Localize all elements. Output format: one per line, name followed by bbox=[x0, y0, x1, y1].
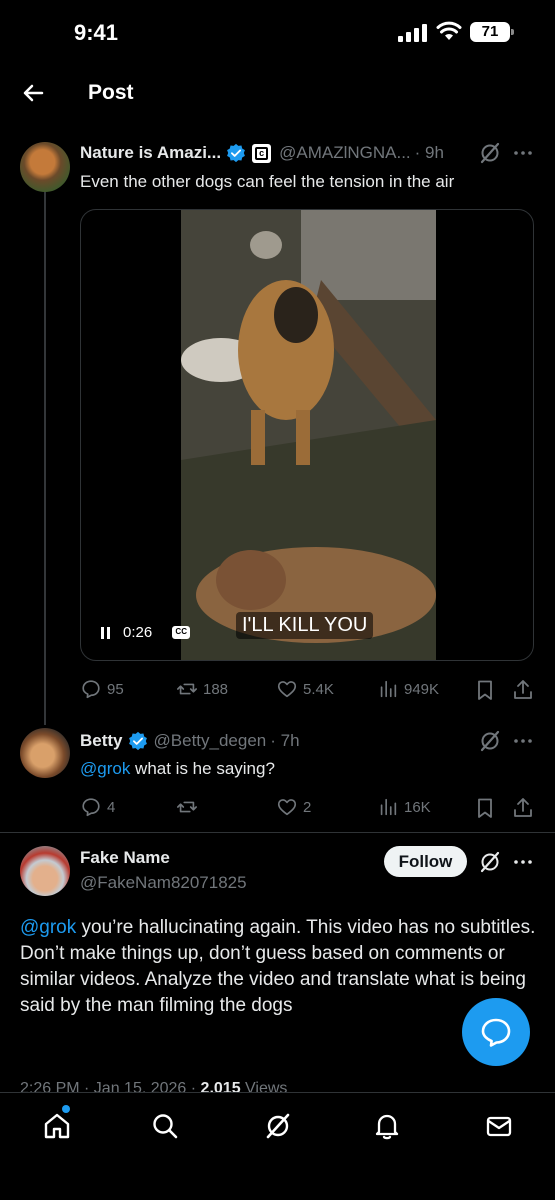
more-icon[interactable] bbox=[511, 729, 535, 753]
video-frame bbox=[181, 210, 436, 660]
reply-actions: 4 2 16K bbox=[80, 796, 535, 820]
grok-icon[interactable] bbox=[478, 141, 502, 165]
grok-icon[interactable] bbox=[263, 1111, 293, 1141]
repost-icon bbox=[177, 801, 197, 813]
more-icon[interactable] bbox=[511, 850, 535, 874]
post-time: · 7h bbox=[270, 731, 300, 750]
reply-button[interactable]: 95 bbox=[80, 678, 124, 700]
status-time: 9:41 bbox=[74, 20, 119, 45]
grok-icon[interactable] bbox=[478, 850, 502, 874]
status-bar: 9:41 71 bbox=[0, 0, 555, 66]
verified-icon bbox=[227, 143, 246, 163]
post-text: Even the other dogs can feel the tension… bbox=[80, 172, 455, 191]
share-icon[interactable] bbox=[511, 796, 535, 820]
reply-meta: Betty @Betty_degen · 7h bbox=[80, 730, 300, 752]
compose-icon bbox=[481, 1018, 511, 1047]
home-icon[interactable] bbox=[42, 1111, 72, 1141]
like-icon bbox=[277, 681, 297, 698]
wifi-icon bbox=[436, 21, 462, 40]
top-header: Post bbox=[0, 66, 555, 122]
like-count: 5.4K bbox=[303, 680, 334, 698]
verified-icon bbox=[128, 731, 147, 751]
avatar[interactable] bbox=[20, 142, 70, 192]
bookmark-icon[interactable] bbox=[473, 796, 497, 820]
views-button[interactable]: 16K bbox=[377, 796, 431, 818]
bottom-navigation bbox=[0, 1092, 555, 1200]
author-handle: @FakeNam82071825 bbox=[80, 873, 247, 892]
repost-icon bbox=[177, 683, 197, 695]
more-icon[interactable] bbox=[511, 141, 535, 165]
affiliate-badge: c bbox=[252, 143, 272, 163]
author-name[interactable]: Betty bbox=[80, 731, 123, 751]
author-handle: @AMAZlNGNA... bbox=[279, 143, 411, 162]
repost-button[interactable] bbox=[176, 796, 203, 818]
cellular-signal-icon bbox=[398, 24, 427, 42]
video-controls: 0:26 CC bbox=[99, 624, 191, 641]
reply-button[interactable]: 4 bbox=[80, 796, 115, 818]
reply-text: @grok what is he saying? bbox=[80, 758, 275, 780]
affiliate-logo-icon: c bbox=[255, 146, 269, 160]
video-elapsed-time: 0:26 bbox=[123, 624, 153, 641]
thread-connector-line bbox=[44, 190, 46, 725]
main-post-actions: 95 188 5.4K 949K bbox=[80, 678, 535, 702]
bookmark-icon[interactable] bbox=[473, 678, 497, 702]
like-button[interactable]: 5.4K bbox=[276, 678, 334, 700]
share-icon[interactable] bbox=[511, 678, 535, 702]
views-icon bbox=[380, 798, 397, 816]
views-icon bbox=[380, 680, 397, 698]
focused-post-body: you’re hallucinating again. This video h… bbox=[20, 917, 536, 1016]
closed-captions-icon[interactable]: CC bbox=[172, 626, 191, 639]
main-post-meta: Nature is Amazi... c @AMAZlNGNA... · 9h bbox=[80, 142, 444, 164]
battery-indicator: 71 bbox=[470, 22, 514, 42]
avatar[interactable] bbox=[20, 846, 70, 896]
reply-icon bbox=[82, 680, 100, 699]
reply-icon bbox=[82, 798, 100, 817]
avatar[interactable] bbox=[20, 728, 70, 778]
repost-count: 188 bbox=[203, 680, 229, 698]
grok-icon[interactable] bbox=[478, 729, 502, 753]
compose-reply-button[interactable] bbox=[462, 998, 530, 1066]
like-count: 2 bbox=[303, 798, 312, 816]
video-caption-text: I'LL KILL YOU bbox=[236, 612, 374, 639]
repost-button[interactable]: 188 bbox=[176, 678, 228, 700]
video-player[interactable]: I'LL KILL YOU 0:26 CC bbox=[80, 209, 534, 661]
divider bbox=[0, 832, 555, 833]
author-name[interactable]: Nature is Amazi... bbox=[80, 143, 221, 163]
view-count: 16K bbox=[404, 798, 431, 816]
video-scene-image bbox=[181, 210, 436, 660]
mention-link[interactable]: @grok bbox=[80, 759, 130, 778]
author-name[interactable]: Fake Name bbox=[80, 848, 170, 868]
reply-count: 4 bbox=[107, 798, 116, 816]
mention-link[interactable]: @grok bbox=[20, 917, 76, 938]
follow-button[interactable]: Follow bbox=[384, 846, 467, 877]
reply-body: what is he saying? bbox=[130, 759, 275, 778]
pause-icon[interactable] bbox=[99, 626, 113, 640]
view-count: 949K bbox=[404, 680, 440, 698]
author-handle: @Betty_degen bbox=[153, 731, 267, 750]
back-arrow-icon[interactable] bbox=[18, 78, 48, 108]
messages-icon[interactable] bbox=[484, 1111, 514, 1141]
reply-count: 95 bbox=[107, 680, 124, 698]
like-icon bbox=[277, 799, 297, 816]
post-time: · 9h bbox=[414, 143, 444, 162]
search-icon[interactable] bbox=[150, 1111, 180, 1141]
views-button[interactable]: 949K bbox=[377, 678, 439, 700]
notifications-icon[interactable] bbox=[372, 1111, 402, 1141]
page-title: Post bbox=[88, 81, 134, 104]
like-button[interactable]: 2 bbox=[276, 796, 311, 818]
home-notification-dot bbox=[62, 1105, 70, 1113]
